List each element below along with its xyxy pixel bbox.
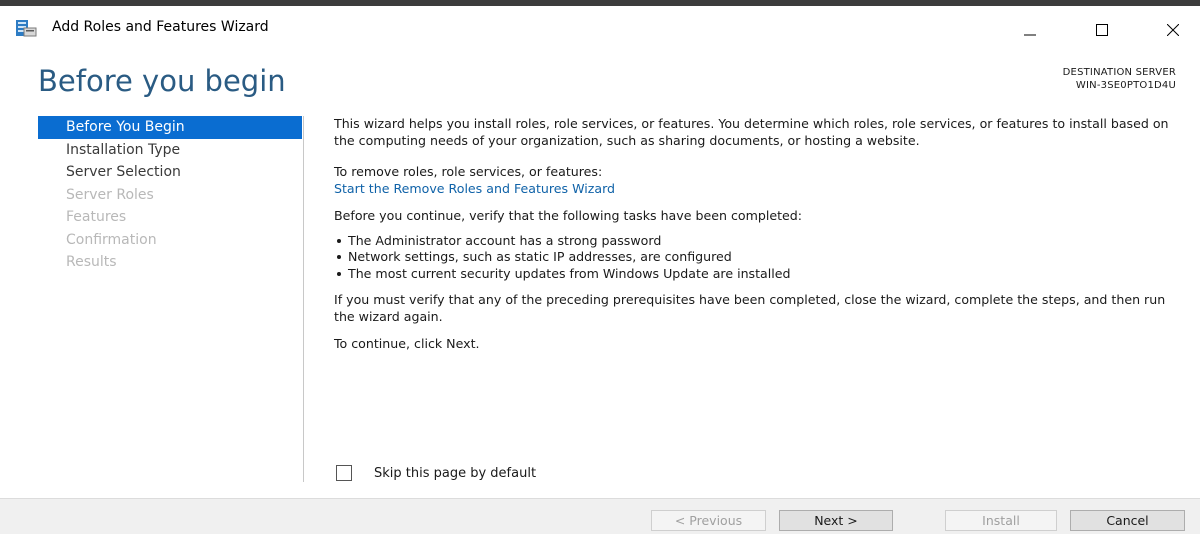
minimize-button[interactable] [1007,14,1053,46]
continue-text: To continue, click Next. [334,336,480,351]
nav-item-features: Features [66,209,127,225]
skip-page-label: Skip this page by default [374,465,537,481]
content-pane: This wizard helps you install roles, rol… [334,116,1180,353]
skip-page-row: Skip this page by default [336,465,536,481]
server-manager-icon [15,19,37,37]
close-icon [1167,24,1179,36]
list-item: Network settings, such as static IP addr… [334,249,1180,266]
verify-text: Before you continue, verify that the fol… [334,208,803,223]
nav-item-before-you-begin[interactable]: Before You Begin [38,116,302,139]
cancel-button[interactable]: Cancel [1070,510,1185,531]
list-item: The Administrator account has a strong p… [334,233,1180,250]
wizard-footer: < Previous Next > Install Cancel [0,498,1200,534]
destination-server-value: WIN-3SE0PTO1D4U [1075,80,1176,91]
nav-item-results: Results [66,254,117,270]
minimize-icon [1024,34,1036,36]
list-item: The most current security updates from W… [334,266,1180,283]
remove-text: To remove roles, role services, or featu… [334,164,603,179]
install-button[interactable]: Install [945,510,1057,531]
next-button[interactable]: Next > [779,510,893,531]
intro-text: This wizard helps you install roles, rol… [334,116,1169,148]
wizard-steps-nav: Before You Begin Installation Type Serve… [38,116,302,274]
previous-button[interactable]: < Previous [651,510,766,531]
nav-item-server-selection[interactable]: Server Selection [38,161,302,184]
close-button[interactable] [1150,14,1196,46]
nav-item-installation-type[interactable]: Installation Type [38,139,302,162]
must-verify-text: If you must verify that any of the prece… [334,292,1166,324]
remove-wizard-link[interactable]: Start the Remove Roles and Features Wiza… [334,181,1180,198]
window-title: Add Roles and Features Wizard [52,19,269,35]
nav-divider [303,116,304,482]
title-bar: Add Roles and Features Wizard [0,6,1200,50]
maximize-icon [1096,24,1108,36]
maximize-button[interactable] [1079,14,1125,46]
skip-page-checkbox[interactable] [336,465,352,481]
nav-item-confirmation: Confirmation [66,231,157,248]
destination-server-label: DESTINATION SERVER [1062,67,1176,78]
page-title: Before you begin [38,64,286,98]
nav-item-server-roles: Server Roles [66,186,154,203]
prerequisite-list: The Administrator account has a strong p… [334,233,1180,283]
